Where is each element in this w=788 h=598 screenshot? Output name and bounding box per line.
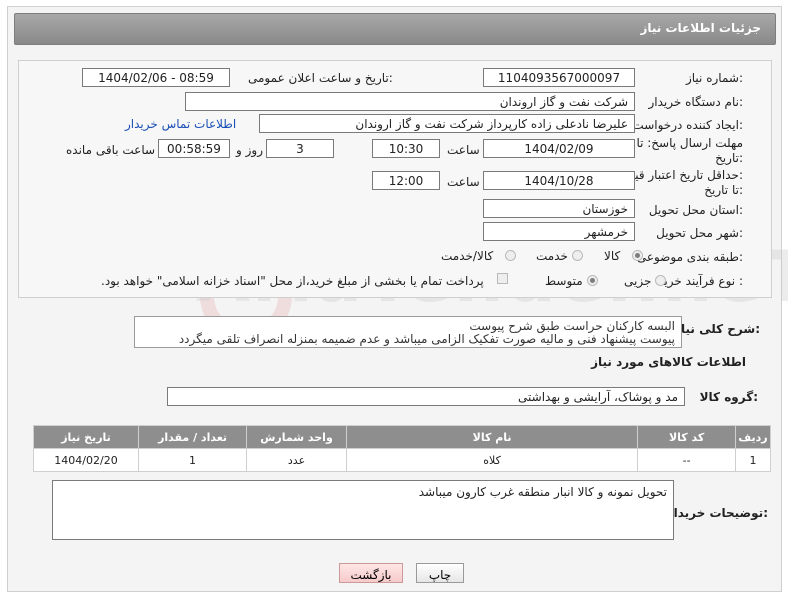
process-label: نوع فرآیند خرید : <box>658 274 743 288</box>
description-label: شرح کلی نیاز: <box>674 322 760 336</box>
cell-need-date: 1404/02/20 <box>32 448 140 472</box>
need-number-field[interactable]: 1104093567000097 <box>483 68 635 87</box>
description-textarea[interactable]: البسه کارکنان حراست طبق شرح پیوست پیوست … <box>134 316 682 348</box>
goods-table-header: ردیف کد کالا نام کالا واحد شمارش تعداد /… <box>32 425 771 449</box>
need-number-label: شماره نیاز: <box>685 71 743 85</box>
category-goods-radio[interactable] <box>632 250 643 261</box>
goods-group-label: گروه کالا: <box>699 390 758 404</box>
city-label: شهر محل تحویل: <box>656 226 743 240</box>
back-button[interactable]: بازگشت <box>339 563 403 583</box>
announce-field[interactable]: 1404/02/06 - 08:59 <box>82 68 230 87</box>
buyer-label: نام دستگاه خریدار: <box>648 95 744 109</box>
treasury-payment-note: پرداخت تمام یا بخشی از مبلغ خرید،از محل … <box>101 274 484 288</box>
validity-label-line1: حداقل تاریخ اعتبار قیمت: <box>616 168 743 182</box>
goods-group-field[interactable]: مد و پوشاک، آرایشی و بهداشتی <box>167 387 685 406</box>
col-item-code: کد کالا <box>637 425 737 449</box>
process-medium-label: متوسط <box>545 274 583 288</box>
process-minor-label: جزیی <box>624 274 652 288</box>
category-goods-service-radio[interactable] <box>505 250 516 261</box>
creator-label: ایجاد کننده درخواست: <box>632 118 743 132</box>
city-field[interactable]: خرمشهر <box>483 222 635 241</box>
col-row-number: ردیف <box>735 425 771 449</box>
validity-label-line2: تا تاریخ: <box>704 183 743 197</box>
treasury-payment-checkbox[interactable] <box>497 273 508 284</box>
category-label: طبقه بندی موضوعی: <box>636 250 743 264</box>
buyer-field[interactable]: شرکت نفت و گاز اروندان <box>185 92 635 111</box>
description-line2: پیوست پیشنهاد فنی و مالیه صورت تفکیک الز… <box>178 332 675 346</box>
table-row: 1 -- کلاه عدد 1 1404/02/20 <box>32 448 771 472</box>
page-header: جزئیات اطلاعات نیاز <box>14 13 776 45</box>
province-field[interactable]: خوزستان <box>483 199 635 218</box>
buyer-notes-textarea[interactable]: تحویل نمونه و کالا انبار منطقه غرب کارون… <box>52 480 674 540</box>
cell-item-name: کلاه <box>345 448 639 472</box>
category-goods-label: کالا <box>604 249 621 263</box>
deadline-time-label: ساعت <box>447 143 480 157</box>
category-service-radio[interactable] <box>572 250 583 261</box>
category-service-label: خدمت <box>536 249 568 263</box>
cell-quantity: 1 <box>138 448 248 472</box>
col-need-date: تاریخ نیاز <box>32 425 140 449</box>
province-label: استان محل تحویل: <box>648 203 743 217</box>
validity-time-field[interactable]: 12:00 <box>372 171 440 190</box>
col-item-name: نام کالا <box>345 425 639 449</box>
announce-label: تاریخ و ساعت اعلان عمومی: <box>248 71 393 85</box>
category-goods-service-label: کالا/خدمت <box>441 249 494 263</box>
goods-table: ردیف کد کالا نام کالا واحد شمارش تعداد /… <box>32 425 771 472</box>
cell-unit: عدد <box>246 448 347 472</box>
days-remaining-field[interactable]: 3 <box>266 139 334 158</box>
deadline-time-field[interactable]: 10:30 <box>372 139 440 158</box>
creator-field[interactable]: علیرضا نادعلی زاده کارپرداز شرکت نفت و گ… <box>259 114 635 133</box>
cell-item-code: -- <box>637 448 737 472</box>
validity-date-field[interactable]: 1404/10/28 <box>483 171 635 190</box>
col-unit: واحد شمارش <box>246 425 347 449</box>
print-button[interactable]: چاپ <box>416 563 464 583</box>
process-minor-radio[interactable] <box>655 275 666 286</box>
goods-section-title: اطلاعات کالاهای مورد نیاز <box>591 355 746 369</box>
deadline-label-line2: تاریخ: <box>715 151 743 165</box>
page-title: جزئیات اطلاعات نیاز <box>640 21 761 35</box>
validity-time-label: ساعت <box>447 175 480 189</box>
cell-row-number: 1 <box>735 448 771 472</box>
time-remaining-field[interactable]: 00:58:59 <box>158 139 230 158</box>
time-remaining-label: ساعت باقی مانده <box>66 143 156 157</box>
col-quantity: تعداد / مقدار <box>138 425 248 449</box>
process-medium-radio[interactable] <box>587 275 598 286</box>
deadline-date-field[interactable]: 1404/02/09 <box>483 139 635 158</box>
buyer-contact-link[interactable]: اطلاعات تماس خریدار <box>125 117 236 131</box>
days-label: روز و <box>236 143 263 157</box>
buyer-notes-label: توضیحات خریدار: <box>666 506 768 520</box>
deadline-label-line1: مهلت ارسال پاسخ: تا <box>636 136 743 150</box>
